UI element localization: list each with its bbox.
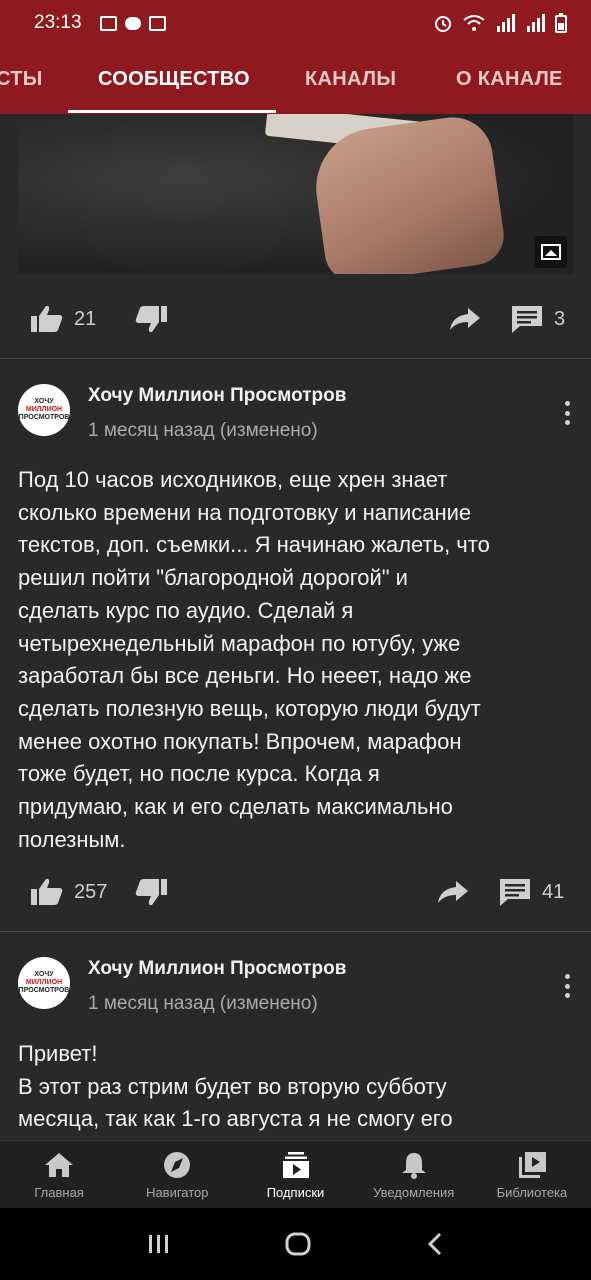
avatar[interactable]: ХОЧУ МИЛЛИОН ПРОСМОТРОВ — [18, 384, 70, 436]
tab-posts[interactable]: СТЫ — [0, 68, 43, 91]
status-bar: 23:13 — [0, 0, 591, 46]
post-divider — [0, 931, 591, 932]
more-options-icon[interactable] — [559, 399, 575, 427]
community-feed[interactable]: 21 3 ХОЧУ МИЛЛИОН ПРОСМОТРОВ Хочу Миллио… — [0, 114, 591, 1140]
like-button[interactable]: 21 — [30, 304, 96, 334]
bottom-navigation: Главная Навигатор Подписки Уведомления Б… — [0, 1140, 591, 1208]
post-author[interactable]: Хочу Миллион Просмотров — [88, 958, 346, 980]
nav-label: Навигатор — [146, 1185, 209, 1200]
subscriptions-icon — [282, 1152, 309, 1178]
comment-count: 41 — [542, 880, 565, 903]
avatar[interactable]: ХОЧУ МИЛЛИОН ПРОСМОТРОВ — [18, 957, 70, 1009]
nav-home[interactable]: Главная — [0, 1141, 118, 1208]
dislike-button[interactable] — [134, 304, 168, 339]
post-timestamp: 1 месяц назад (изменено) — [88, 420, 318, 441]
status-notification-icons — [99, 15, 166, 31]
comment-icon — [512, 306, 542, 333]
post-text: Под 10 часов исходников, еще хрен знает … — [18, 467, 490, 852]
thumbs-down-icon — [135, 306, 167, 333]
library-icon — [518, 1152, 546, 1178]
home-icon — [45, 1153, 74, 1177]
thumbs-up-icon — [31, 305, 63, 332]
nav-explore[interactable]: Навигатор — [118, 1141, 236, 1208]
nav-label: Подписки — [266, 1185, 325, 1200]
bell-icon — [401, 1153, 426, 1179]
comment-icon — [500, 879, 530, 906]
nav-subscriptions[interactable]: Подписки — [236, 1141, 354, 1208]
image-icon — [535, 236, 567, 268]
thumbs-up-icon — [31, 878, 63, 905]
tab-active-indicator — [68, 110, 276, 113]
post-author[interactable]: Хочу Миллион Просмотров — [88, 385, 346, 407]
post-text: Привет! В этот раз стрим будет во вторую… — [18, 1041, 453, 1132]
battery-icon — [555, 13, 567, 33]
channel-tab-bar: СТЫ СООБЩЕСТВО КАНАЛЫ О КАНАЛЕ — [0, 46, 591, 114]
post-image[interactable] — [18, 114, 573, 274]
back-icon[interactable] — [425, 1231, 445, 1257]
alarm-icon — [435, 16, 451, 32]
share-button[interactable] — [436, 877, 470, 912]
gallery-notification-icon — [99, 15, 117, 31]
check-notification-icon — [148, 15, 166, 31]
status-time: 23:13 — [34, 12, 82, 33]
share-button[interactable] — [448, 304, 482, 339]
compass-icon — [164, 1152, 191, 1178]
comment-count: 3 — [554, 307, 566, 330]
post-actions: 21 3 — [0, 294, 591, 344]
message-notification-icon — [124, 16, 141, 30]
comments-button[interactable]: 41 — [498, 877, 564, 907]
nav-label: Библиотека — [496, 1185, 568, 1200]
signal-icon-1 — [497, 14, 515, 32]
share-icon — [450, 308, 480, 330]
like-button[interactable]: 257 — [30, 877, 107, 907]
dislike-button[interactable] — [134, 877, 168, 912]
comments-button[interactable]: 3 — [510, 304, 565, 334]
like-count: 257 — [74, 880, 108, 903]
wifi-icon — [463, 15, 485, 31]
share-icon — [438, 881, 468, 903]
post-actions: 257 41 — [0, 867, 591, 917]
tab-community[interactable]: СООБЩЕСТВО — [98, 68, 250, 91]
tab-channels[interactable]: КАНАЛЫ — [305, 68, 396, 91]
system-navigation-bar — [0, 1208, 591, 1280]
recent-apps-icon[interactable] — [146, 1233, 172, 1255]
thumbs-down-icon — [135, 879, 167, 906]
home-button-icon[interactable] — [284, 1231, 312, 1257]
nav-library[interactable]: Библиотека — [473, 1141, 591, 1208]
nav-label: Уведомления — [373, 1185, 455, 1200]
tab-about[interactable]: О КАНАЛЕ — [456, 68, 563, 91]
post-divider — [0, 358, 591, 359]
post-timestamp: 1 месяц назад (изменено) — [88, 993, 318, 1014]
like-count: 21 — [74, 307, 97, 330]
signal-icon-2 — [527, 14, 545, 32]
status-system-icons — [433, 13, 567, 33]
nav-notifications[interactable]: Уведомления — [355, 1141, 473, 1208]
nav-label: Главная — [34, 1185, 84, 1200]
more-options-icon[interactable] — [559, 972, 575, 1000]
